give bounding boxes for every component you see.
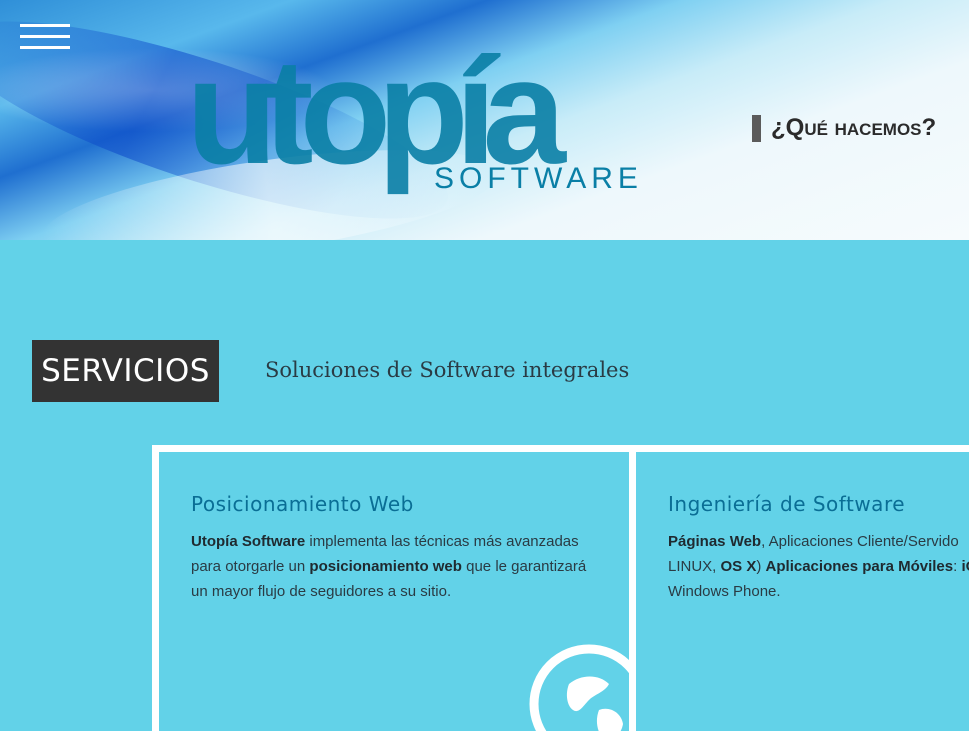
service-card-software[interactable]: Ingeniería de Software Páginas Web, Apli… (636, 452, 969, 731)
card-title: Posicionamiento Web (191, 492, 414, 516)
services-cards: Posicionamiento Web Utopía Software impl… (152, 445, 969, 731)
logo-subtitle: SOFTWARE (434, 162, 643, 195)
globe-icon (529, 644, 629, 731)
service-card-seo[interactable]: Posicionamiento Web Utopía Software impl… (159, 452, 629, 731)
hero-banner: utopía SOFTWARE ¿Qué hacemos? (0, 0, 969, 240)
card-title: Ingeniería de Software (668, 492, 906, 516)
card-text: Utopía Software implementa las técnicas … (191, 533, 587, 600)
nav-bar-marker (752, 114, 761, 142)
nav-link-label: ¿Qué hacemos? (771, 114, 937, 141)
logo[interactable]: utopía SOFTWARE (186, 36, 638, 201)
nav-link-que-hacemos[interactable]: ¿Qué hacemos? (752, 112, 936, 144)
section-subtitle: Soluciones de Software integrales (265, 358, 630, 382)
hamburger-menu-icon[interactable] (20, 24, 70, 50)
section-title: SERVICIOS (32, 340, 219, 402)
card-text: Páginas Web, Aplicaciones Cliente/Servid… (668, 533, 969, 600)
